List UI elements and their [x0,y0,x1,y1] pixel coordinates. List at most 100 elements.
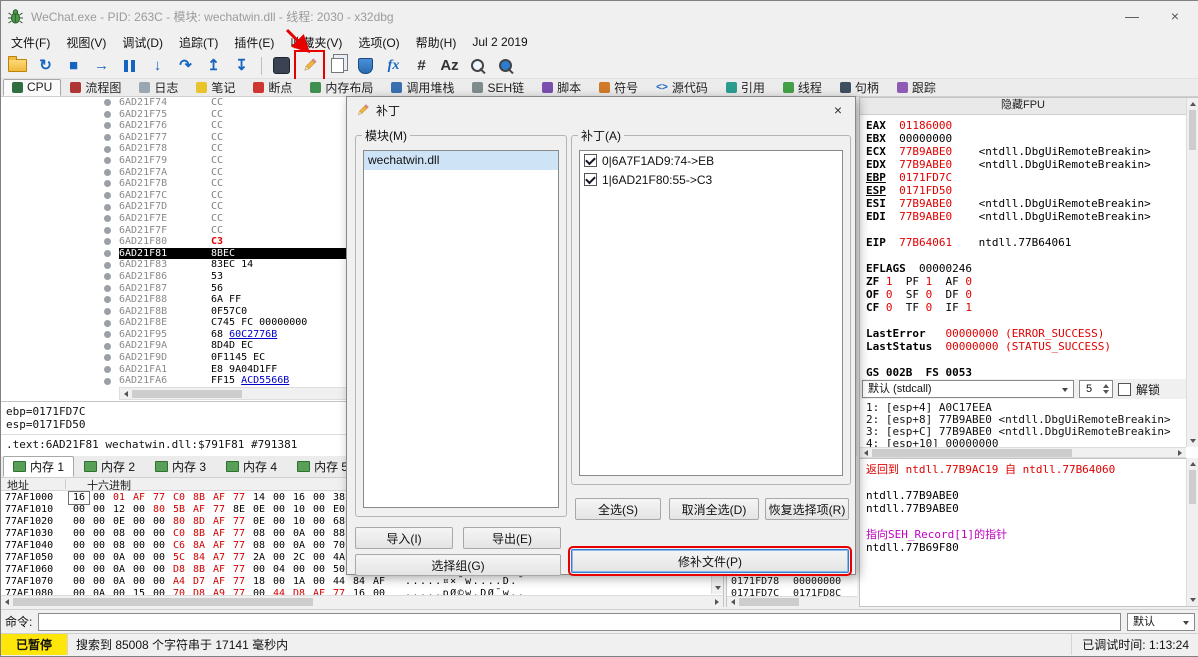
restart-icon[interactable]: ↻ [33,53,58,78]
register-row[interactable] [866,353,1186,366]
register-row[interactable]: EDI 77B9ABE0 <ntdll.DbgUiRemoteBreakin> [866,210,1186,223]
view-tab-10[interactable]: <> 源代码 [647,79,717,96]
patch-checkbox[interactable] [584,173,597,186]
scrollbar-thumb[interactable] [739,598,799,606]
stack-horizontal-scrollbar[interactable] [727,596,857,607]
breakpoint-dot[interactable] [104,168,111,176]
register-row[interactable]: EDX 77B9ABE0 <ntdll.DbgUiRemoteBreakin> [866,158,1186,171]
import-button[interactable]: 导入(I) [355,527,453,549]
shield-icon[interactable] [353,53,378,78]
module-item[interactable]: wechatwin.dll [364,151,558,170]
restore-selected-button[interactable]: 恢复选择项(R) [765,498,849,520]
register-row[interactable] [866,249,1186,262]
breakpoint-dot[interactable] [104,192,111,200]
args-horizontal-scrollbar[interactable] [860,447,1186,458]
dialog-close-button[interactable]: × [821,97,855,123]
pause-icon[interactable] [117,53,142,78]
scrollbar-thumb[interactable] [1189,470,1196,504]
comment-icon[interactable] [325,53,350,78]
memory-tab-1[interactable]: 内存 2 [74,456,145,477]
register-row[interactable]: EBX 00000000 [866,132,1186,145]
breakpoint-dot[interactable] [104,122,111,130]
breakpoint-dot[interactable] [104,319,111,327]
register-row[interactable]: LastError 00000000 (ERROR_SUCCESS) [866,327,1186,340]
step-over-icon[interactable]: ↷ [173,53,198,78]
patch-entry-1[interactable]: 1|6AD21F80:55->C3 [580,170,842,189]
breakpoint-dot[interactable] [104,226,111,234]
run-icon[interactable]: → [89,53,114,78]
patches-icon[interactable] [294,50,325,81]
breakpoint-dot[interactable] [104,250,111,258]
search-web-icon[interactable] [493,53,518,78]
patch-entry-0[interactable]: 0|6A7F1AD9:74->EB [580,151,842,170]
breakpoint-dot[interactable] [104,215,111,223]
menu-item-5[interactable]: 收藏夹(V) [282,31,350,54]
breakpoint-dot[interactable] [104,238,111,246]
view-tab-1[interactable]: 流程图 [61,79,130,96]
module-list[interactable]: wechatwin.dll [363,150,559,508]
breakpoint-dot[interactable] [104,296,111,304]
breakpoint-dot[interactable] [104,157,111,165]
unlock-checkbox[interactable] [1118,382,1131,396]
memory-row[interactable]: 77AF1070 00 00 0A 00 00 A4 D7 AF 77 18 00 1A 00 44 84 AF… [1,576,723,588]
breakpoint-dot[interactable] [104,331,111,339]
breakpoint-dot[interactable] [104,377,111,385]
register-row[interactable]: EIP 77B64061 ntdll.77B64061 [866,236,1186,249]
scroll-left-icon[interactable] [120,388,132,399]
scroll-right-icon[interactable] [711,596,723,607]
memory-horizontal-scrollbar[interactable] [1,595,723,607]
command-input[interactable] [38,612,1121,631]
view-tab-12[interactable]: 线程 [774,79,831,96]
export-button[interactable]: 导出(E) [463,527,561,549]
register-row[interactable]: ESI 77B9ABE0 <ntdll.DbgUiRemoteBreakin> [866,197,1186,210]
view-tab-11[interactable]: 引用 [717,79,774,96]
register-row[interactable]: CF 0 TF 0 IF 1 [866,301,1186,314]
step-out-icon[interactable]: ↥ [201,53,226,78]
breakpoint-dot[interactable] [104,261,111,269]
step-into-icon[interactable]: ↓ [145,53,170,78]
cpu-window-icon[interactable] [269,53,294,78]
scroll-left-icon[interactable] [860,447,872,458]
register-row[interactable]: EBP 0171FD7C [866,171,1186,184]
view-tab-8[interactable]: 脚本 [533,79,590,96]
register-row[interactable]: ESP 0171FD50 [866,184,1186,197]
breakpoint-dot[interactable] [104,284,111,292]
view-tab-13[interactable]: 句柄 [831,79,888,96]
execute-till-return-icon[interactable]: ↧ [229,53,254,78]
patch-checkbox[interactable] [584,154,597,167]
register-row[interactable]: GS 002B FS 0053 [866,366,1186,379]
info-vertical-scrollbar[interactable] [1186,458,1198,606]
minimize-button[interactable]: — [1114,2,1150,30]
text-search-icon[interactable]: Az [437,53,462,78]
breakpoint-dot[interactable] [104,110,111,118]
breakpoint-dot[interactable] [104,203,111,211]
view-tab-9[interactable]: 符号 [590,79,647,96]
view-tab-5[interactable]: 内存布局 [301,79,382,96]
hide-fpu-button[interactable]: 隐藏FPU [860,98,1186,115]
close-process-icon[interactable]: ■ [61,53,86,78]
view-tab-7[interactable]: SEH链 [463,79,533,96]
menu-item-4[interactable]: 插件(E) [226,31,282,54]
menu-item-1[interactable]: 视图(V) [58,31,114,54]
breakpoint-dot[interactable] [104,354,111,362]
arg-count-spinner[interactable]: 5 [1079,380,1113,398]
argument-row[interactable]: 4: [esp+10] 00000000 [866,438,1186,448]
patch-list[interactable]: 0|6A7F1AD9:74->EB 1|6AD21F80:55->C3 [579,150,843,476]
breakpoint-dot[interactable] [104,273,111,281]
view-tab-4[interactable]: 断点 [244,79,301,96]
patch-file-button[interactable]: 修补文件(P) [568,546,852,576]
breakpoint-dot[interactable] [104,99,111,107]
stack-row[interactable]: 0171FD78 00000000 [727,576,857,588]
breakpoint-dot[interactable] [104,307,111,315]
deselect-all-button[interactable]: 取消全选(D) [669,498,759,520]
hash-icon[interactable]: # [409,53,434,78]
view-tab-2[interactable]: 日志 [130,79,187,96]
breakpoint-dot[interactable] [104,134,111,142]
breakpoint-dot[interactable] [104,145,111,153]
search-pattern-icon[interactable] [465,53,490,78]
select-all-button[interactable]: 全选(S) [575,498,661,520]
registers-vertical-scrollbar[interactable] [1186,98,1198,447]
open-file-icon[interactable] [5,53,30,78]
memory-tab-3[interactable]: 内存 4 [216,456,287,477]
breakpoint-dot[interactable] [104,365,111,373]
